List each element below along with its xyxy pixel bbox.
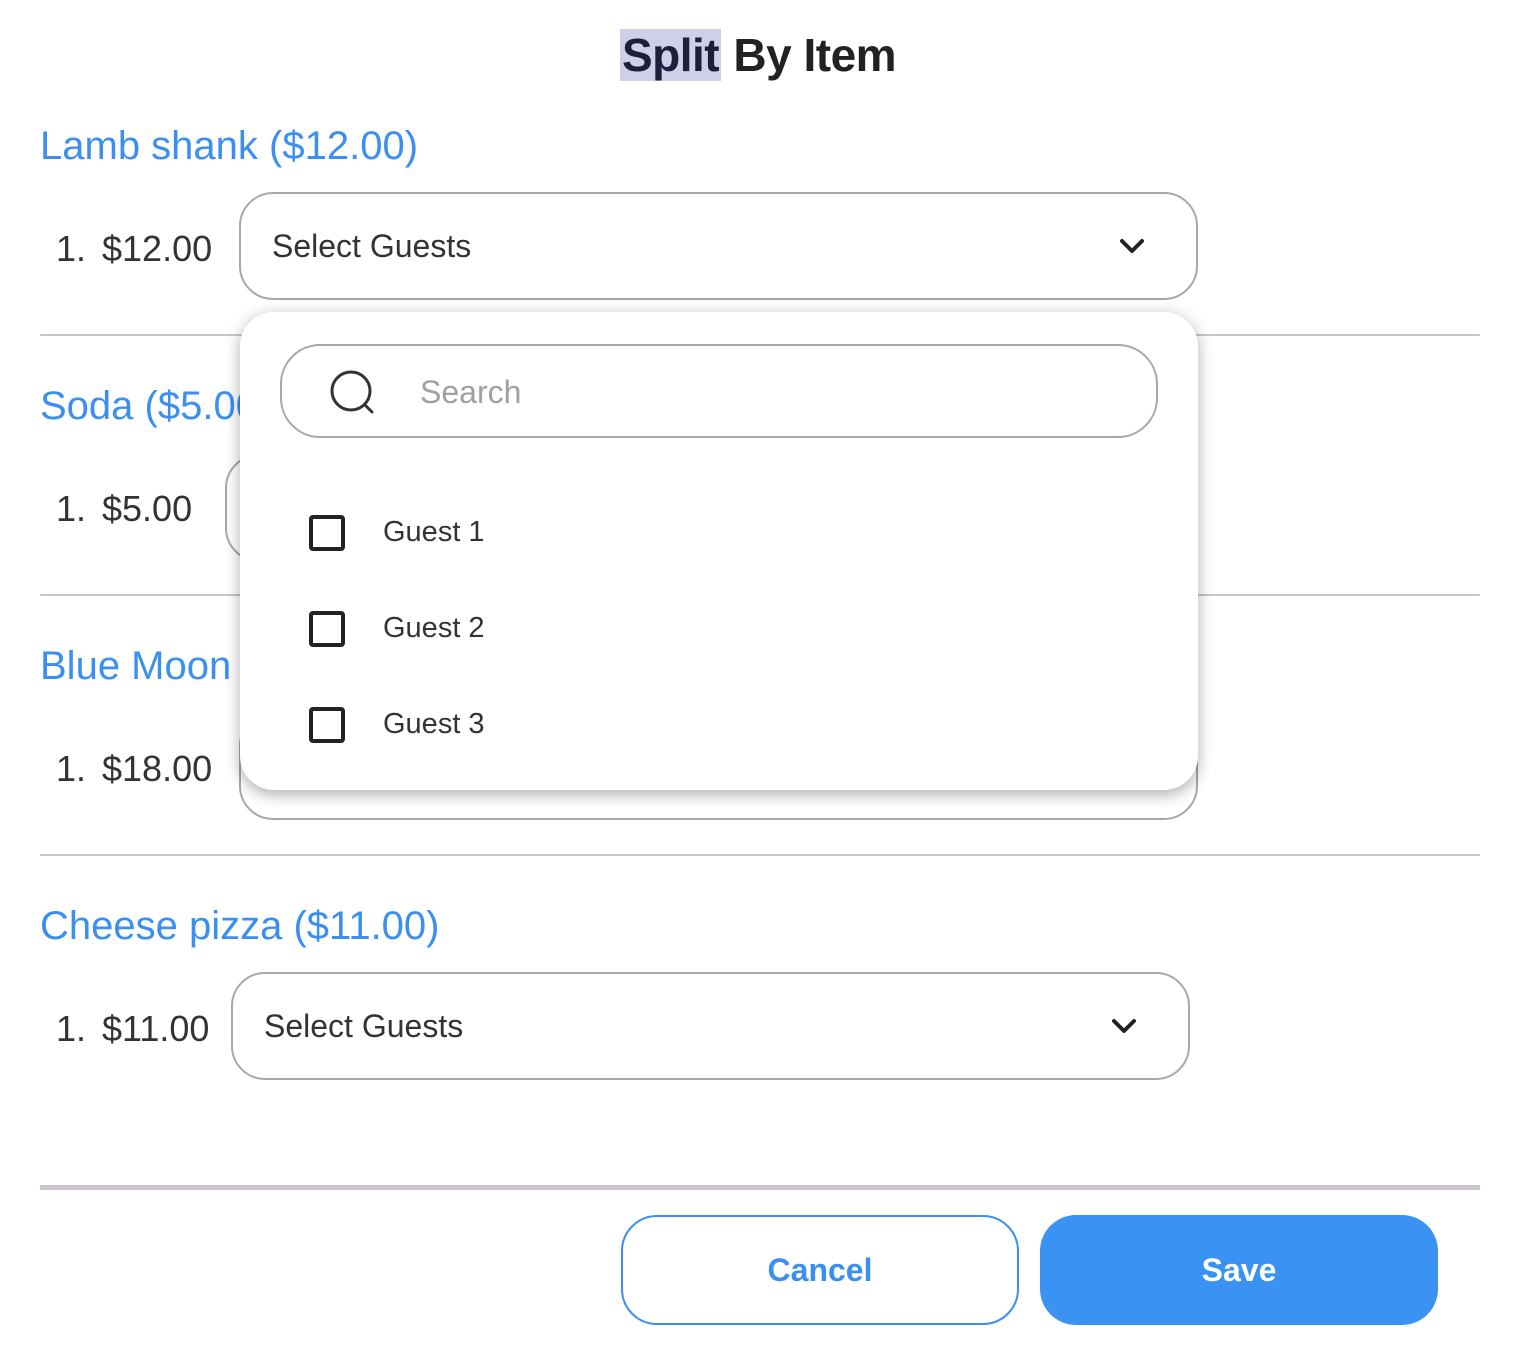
- item-title-soda: Soda ($5.00): [40, 384, 272, 428]
- row-price: $11.00: [102, 1008, 210, 1049]
- guest-select-dropdown-panel: Guest 1 Guest 2 Guest 3: [240, 312, 1198, 790]
- search-input[interactable]: [420, 368, 1120, 416]
- checkbox[interactable]: [309, 707, 345, 743]
- guest-option-2[interactable]: Guest 2: [306, 602, 1126, 662]
- select-guests-label: Select Guests: [264, 1008, 464, 1044]
- guest-option-label: Guest 2: [383, 612, 485, 644]
- footer-divider: [40, 1185, 1480, 1190]
- row-price: $5.00: [102, 488, 193, 529]
- section-divider: [40, 854, 1480, 856]
- page-title-highlighted: Split: [619, 29, 722, 81]
- select-guests-dropdown-lamb-shank[interactable]: Select Guests: [239, 192, 1198, 300]
- cancel-button[interactable]: Cancel: [621, 1215, 1019, 1325]
- save-button[interactable]: Save: [1040, 1215, 1438, 1325]
- guest-option-3[interactable]: Guest 3: [306, 698, 1126, 758]
- item-title-lamb-shank: Lamb shank ($12.00): [40, 124, 419, 168]
- row-price: $18.00: [102, 748, 213, 789]
- item-title-blue-moon: Blue Moon: [40, 644, 232, 688]
- row-price: $12.00: [102, 228, 213, 269]
- checkbox[interactable]: [309, 515, 345, 551]
- select-guests-dropdown-cheese-pizza[interactable]: Select Guests: [231, 972, 1190, 1080]
- select-guests-label: Select Guests: [272, 228, 472, 264]
- row-index: 1.: [56, 748, 87, 789]
- page-title: Split By Item: [0, 28, 1516, 82]
- guest-option-label: Guest 3: [383, 708, 485, 740]
- row-index: 1.: [56, 228, 87, 269]
- row-index: 1.: [56, 1008, 87, 1049]
- guest-option-label: Guest 1: [383, 516, 485, 548]
- search-field[interactable]: [280, 344, 1158, 438]
- chevron-down-icon: [1112, 1019, 1136, 1033]
- row-index: 1.: [56, 488, 87, 529]
- checkbox[interactable]: [309, 611, 345, 647]
- item-title-cheese-pizza: Cheese pizza ($11.00): [40, 904, 440, 948]
- guest-option-1[interactable]: Guest 1: [306, 506, 1126, 566]
- page-title-rest: By Item: [721, 29, 897, 81]
- chevron-down-icon: [1120, 239, 1144, 253]
- search-icon: [330, 370, 374, 414]
